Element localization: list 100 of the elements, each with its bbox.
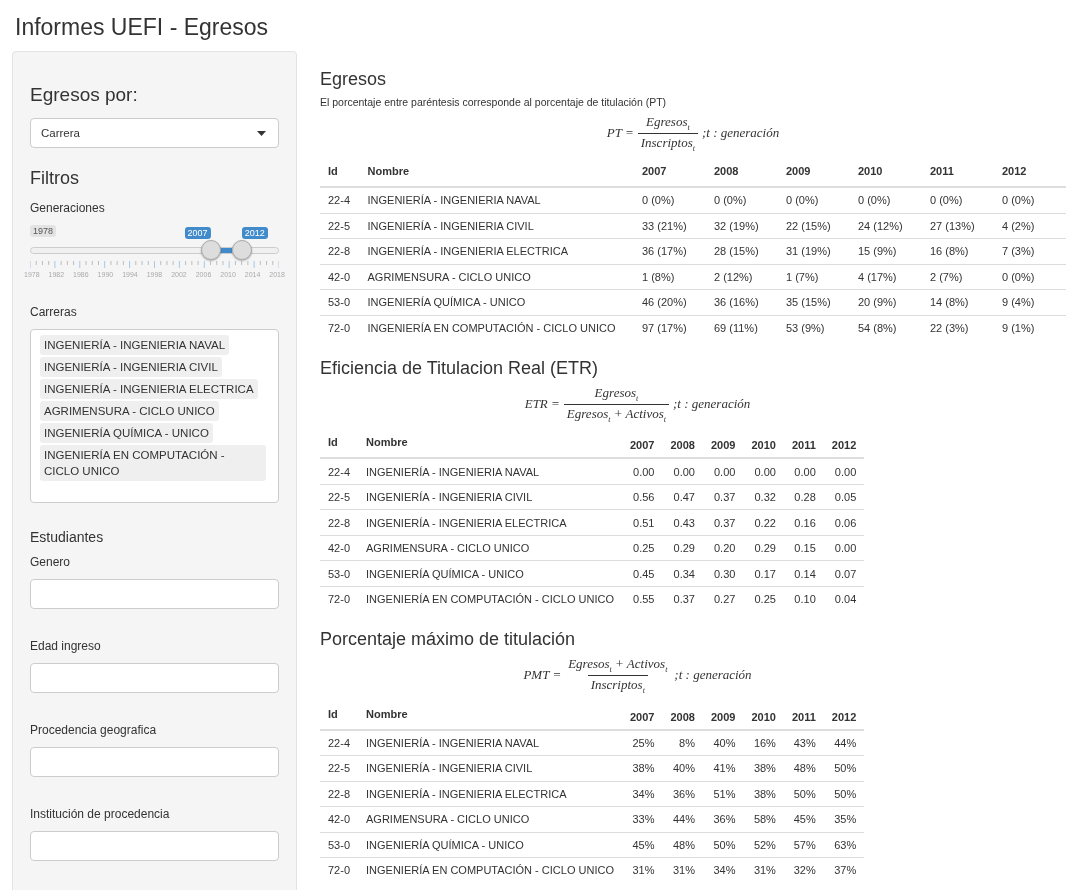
table-cell: 50%	[783, 781, 824, 807]
table-cell: 38%	[621, 755, 663, 782]
table-cell: 36%	[662, 781, 703, 807]
table-cell: 0.07	[823, 560, 865, 587]
column-header: Nombre	[358, 433, 622, 459]
table-cell: 44%	[823, 729, 865, 756]
selected-item-chip[interactable]: INGENIERÍA EN COMPUTACIÓN - CICLO UNICO	[40, 445, 266, 481]
formula-text: ;t : generación	[701, 125, 780, 142]
table-cell: INGENIERÍA - INGENIERIA CIVIL	[359, 213, 634, 239]
table-cell: 53-0	[320, 832, 359, 858]
table-cell: 32 (19%)	[706, 213, 778, 239]
selected-item-chip[interactable]: INGENIERÍA - INGENIERIA CIVIL	[40, 357, 222, 377]
table-cell: 28 (15%)	[706, 238, 778, 265]
table-cell: 31 (19%)	[778, 238, 850, 265]
table-cell: 72-0	[320, 586, 359, 612]
table-cell: 69 (11%)	[706, 315, 778, 341]
table-cell: 4 (2%)	[994, 213, 1066, 239]
table-cell: 1 (8%)	[634, 264, 706, 290]
column-header: 2008	[662, 433, 703, 459]
table-cell: 51%	[702, 781, 744, 807]
table-cell: 42-0	[320, 264, 360, 290]
column-header: 2007	[621, 433, 663, 459]
table-cell: 41%	[702, 755, 744, 782]
column-header: 2008	[706, 162, 778, 188]
table-cell: 22-5	[320, 213, 360, 239]
formula-denominator: Inscriptos$_{t}$	[637, 132, 698, 153]
table-cell: 7 (3%)	[994, 238, 1066, 265]
table-cell: 40%	[702, 729, 744, 756]
group-by-select[interactable]: Carrera	[30, 118, 279, 148]
table-cell: 52%	[743, 832, 784, 858]
selected-item-chip[interactable]: INGENIERÍA - INGENIERIA ELECTRICA	[40, 379, 258, 399]
table-cell: 22 (3%)	[922, 315, 994, 341]
table-cell: 22-8	[320, 509, 359, 536]
multi-select-field[interactable]: INGENIERÍA - INGENIERIA NAVAL INGENIERÍA - INGENIERIA CIVIL INGENIERÍA - INGENIERIA ELECTRICA AGRIMENSURA - CICLO UNICO INGENIERÍA QUÍMICA - UNICO INGENIERÍA EN COMPUTACIÓN - CICLO UNICO	[30, 329, 279, 503]
caret-icon	[257, 130, 266, 136]
table-cell: 54 (8%)	[850, 315, 922, 341]
table-cell: 45%	[783, 806, 824, 833]
table-cell: 0 (0%)	[634, 187, 706, 214]
column-header: 2011	[783, 433, 824, 459]
table-cell: 22-4	[320, 187, 360, 214]
table-cell: 0.29	[743, 535, 784, 561]
table-cell: 16%	[743, 729, 784, 756]
table-cell: INGENIERÍA QUÍMICA - UNICO	[358, 832, 622, 858]
input-field[interactable]	[30, 663, 279, 693]
table-cell: 2 (7%)	[922, 264, 994, 290]
column-header: 2010	[743, 704, 784, 730]
field-label: Generaciones	[30, 201, 106, 215]
table-cell: 0 (0%)	[922, 187, 994, 214]
input-field[interactable]	[30, 579, 279, 609]
slider-handle[interactable]	[200, 240, 221, 260]
table-cell: 0.25	[621, 535, 663, 561]
table-cell: 33%	[621, 806, 663, 833]
column-header: 2011	[922, 162, 994, 188]
formula-text: ETR =	[524, 396, 560, 413]
table-cell: 0.00	[621, 458, 663, 485]
table-cell: 0.37	[702, 509, 744, 536]
formula-text: PMT =	[523, 667, 562, 684]
table-cell: 38%	[743, 781, 784, 807]
selected-item-chip[interactable]: INGENIERÍA QUÍMICA - UNICO	[40, 423, 213, 443]
selected-item-chip[interactable]: INGENIERÍA - INGENIERIA NAVAL	[40, 335, 230, 355]
table-cell: INGENIERÍA - INGENIERIA CIVIL	[358, 755, 622, 782]
column-header: 2008	[662, 704, 703, 730]
table-cell: 0.00	[783, 458, 824, 485]
table-cell: 9 (1%)	[994, 315, 1066, 341]
slider-handle[interactable]	[231, 240, 252, 260]
table-cell: 0.04	[823, 586, 865, 612]
table-cell: 0.20	[702, 535, 744, 561]
table-cell: 0.34	[662, 560, 703, 587]
table-cell: 0.56	[621, 484, 663, 510]
table-cell: 0.29	[662, 535, 703, 561]
table-cell: INGENIERÍA - INGENIERIA ELECTRICA	[358, 781, 622, 807]
column-header: 2012	[823, 433, 865, 459]
table-cell: INGENIERÍA EN COMPUTACIÓN - CICLO UNICO	[358, 857, 622, 883]
input-field[interactable]	[30, 747, 279, 777]
table-cell: 37%	[823, 857, 865, 883]
table-cell: 57%	[783, 832, 824, 858]
input-field[interactable]	[30, 831, 279, 861]
table-cell: 0.00	[823, 458, 865, 485]
table-cell: INGENIERÍA - INGENIERIA NAVAL	[358, 729, 622, 756]
table-cell: AGRIMENSURA - CICLO UNICO	[358, 535, 622, 561]
table-cell: 31%	[743, 857, 784, 883]
field-label: Edad ingreso	[30, 639, 102, 653]
table-cell: 25%	[621, 729, 663, 756]
table-cell: 0 (0%)	[850, 187, 922, 214]
table-cell: 72-0	[320, 857, 359, 883]
table-cell: 0.37	[702, 484, 744, 510]
column-header: 2010	[743, 433, 784, 459]
table-cell: INGENIERÍA - INGENIERIA ELECTRICA	[358, 509, 622, 536]
table-cell: INGENIERÍA EN COMPUTACIÓN - CICLO UNICO	[359, 315, 634, 341]
table-cell: 40%	[662, 755, 703, 782]
column-header: 2012	[994, 162, 1066, 188]
table-cell: 0.14	[783, 560, 824, 587]
note-text: El porcentaje entre paréntesis corresponde al porcentaje de titulación (PT)	[320, 96, 668, 108]
table-cell: 0.00	[743, 458, 784, 485]
column-header: 2009	[702, 704, 744, 730]
sidebar-heading: Egresos por:	[30, 84, 139, 106]
selected-item-chip[interactable]: AGRIMENSURA - CICLO UNICO	[40, 401, 219, 421]
column-header: Id	[320, 162, 360, 188]
table-cell: 33 (21%)	[634, 213, 706, 239]
column-header: 2007	[634, 162, 706, 188]
